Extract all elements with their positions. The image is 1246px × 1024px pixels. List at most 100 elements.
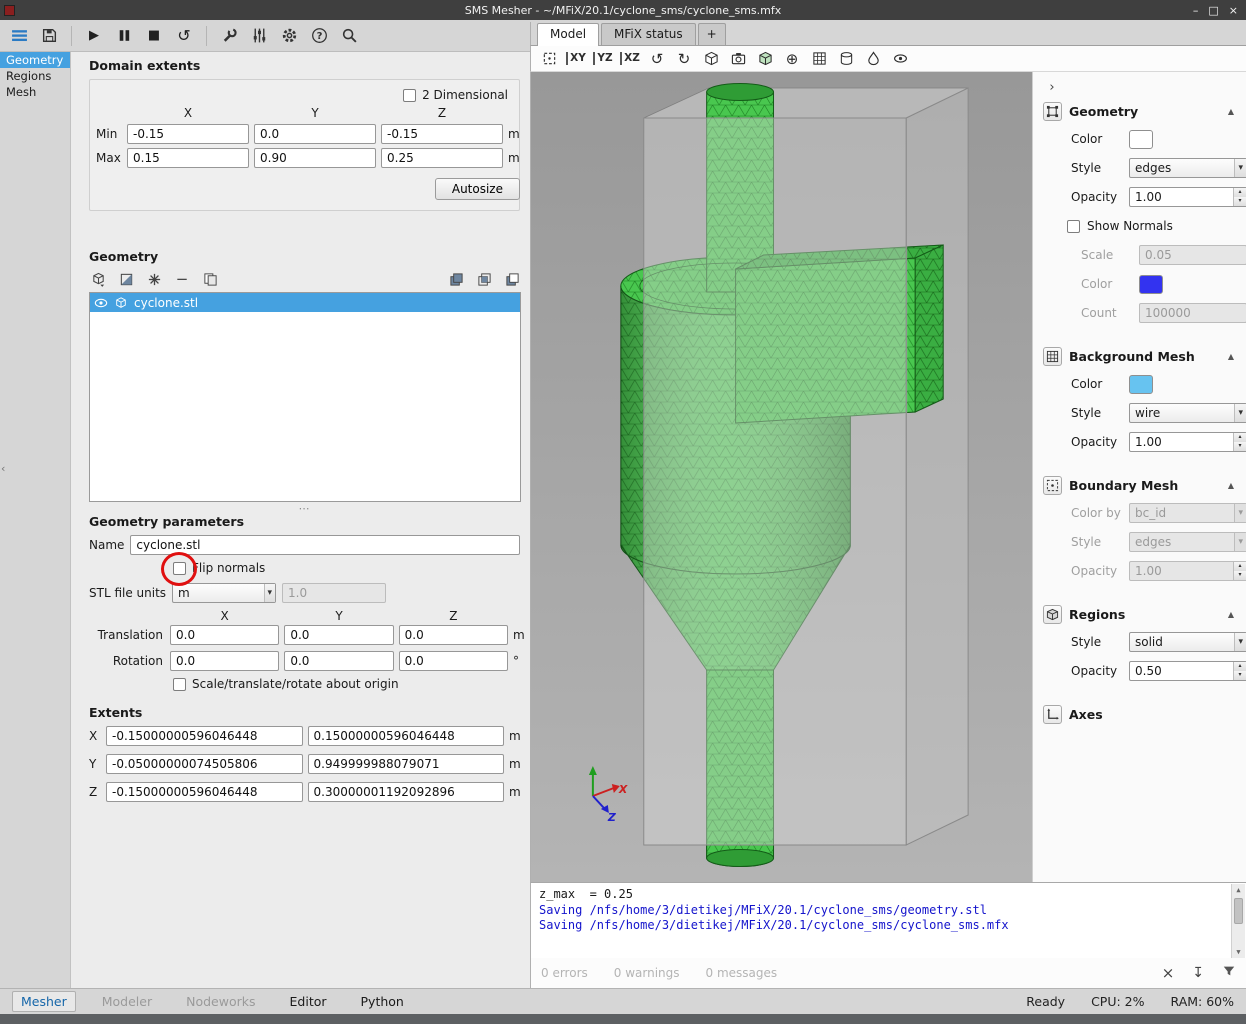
run-icon[interactable]: ▶ <box>81 24 107 48</box>
autosize-button[interactable]: Autosize <box>435 178 520 200</box>
rotate-clockwise-icon[interactable]: ↻ <box>674 49 694 69</box>
maximize-button[interactable]: □ <box>1208 4 1218 17</box>
rotate-counterclockwise-icon[interactable]: ↺ <box>647 49 667 69</box>
spin-up-icon[interactable]: ▴ <box>1234 433 1246 442</box>
toggle-boundary-mesh-icon[interactable] <box>836 49 856 69</box>
domain-xmax-input[interactable] <box>127 148 249 168</box>
domain-zmin-input[interactable] <box>381 124 503 144</box>
output-console[interactable]: z_max = 0.25 Saving /nfs/home/3/dietikej… <box>530 882 1246 958</box>
view-yz-button[interactable]: YZ <box>593 52 613 65</box>
two-dimensional-checkbox[interactable] <box>403 89 416 102</box>
toggle-geometry-icon[interactable] <box>755 49 775 69</box>
scroll-to-end-icon[interactable]: ↧ <box>1192 965 1204 981</box>
settings-gear-icon[interactable] <box>276 24 302 48</box>
extent-x-max-input[interactable] <box>308 726 505 746</box>
domain-ymin-input[interactable] <box>254 124 376 144</box>
scrollbar-thumb[interactable] <box>1234 898 1243 924</box>
panel-splitter[interactable]: ⋯ <box>89 502 521 514</box>
nav-item-mesh[interactable]: Mesh <box>0 84 70 100</box>
spin-down-icon[interactable]: ▾ <box>1234 442 1246 451</box>
domain-ymax-input[interactable] <box>254 148 376 168</box>
reset-view-icon[interactable] <box>539 49 559 69</box>
mode-mesher[interactable]: Mesher <box>12 991 76 1012</box>
difference-icon[interactable] <box>503 270 521 288</box>
about-origin-checkbox[interactable] <box>173 678 186 691</box>
copy-geometry-icon[interactable] <box>201 270 219 288</box>
flip-normals-checkbox[interactable] <box>173 562 186 575</box>
console-scrollbar[interactable]: ▲ ▼ <box>1231 884 1245 958</box>
scroll-down-icon[interactable]: ▼ <box>1232 946 1245 958</box>
collapse-caret-icon[interactable]: ▲ <box>1228 481 1238 490</box>
translation-y-input[interactable] <box>284 625 393 645</box>
extent-y-min-input[interactable] <box>106 754 303 774</box>
scroll-up-icon[interactable]: ▲ <box>1232 884 1245 896</box>
extent-x-min-input[interactable] <box>106 726 303 746</box>
search-icon[interactable] <box>336 24 362 48</box>
rotation-x-input[interactable] <box>170 651 279 671</box>
add-filter-icon[interactable] <box>117 270 135 288</box>
stop-icon[interactable]: ■ <box>141 24 167 48</box>
extent-y-max-input[interactable] <box>308 754 505 774</box>
nav-item-geometry[interactable]: Geometry <box>0 52 70 68</box>
geometry-color-swatch[interactable] <box>1129 130 1153 149</box>
tab-mfix-status[interactable]: MFiX status <box>601 23 696 45</box>
minimize-button[interactable]: – <box>1193 4 1199 17</box>
collapse-caret-icon[interactable]: ▲ <box>1228 107 1238 116</box>
view-xz-button[interactable]: XZ <box>620 52 640 65</box>
collapse-panel-button[interactable]: › <box>1043 78 1061 96</box>
close-button[interactable]: × <box>1229 4 1238 17</box>
extent-z-min-input[interactable] <box>106 782 303 802</box>
translation-z-input[interactable] <box>399 625 508 645</box>
regions-style-combo[interactable]: solid ▾ <box>1129 632 1246 652</box>
spin-up-icon[interactable]: ▴ <box>1234 662 1246 671</box>
collapse-caret-icon[interactable]: ▲ <box>1228 352 1238 361</box>
union-icon[interactable] <box>447 270 465 288</box>
normals-color-swatch[interactable] <box>1139 275 1163 294</box>
geometry-list-item[interactable]: cyclone.stl <box>90 293 520 312</box>
rotation-y-input[interactable] <box>284 651 393 671</box>
mode-modeler[interactable]: Modeler <box>94 992 160 1011</box>
geometry-name-input[interactable] <box>130 535 520 555</box>
toggle-regions-icon[interactable] <box>863 49 883 69</box>
toggle-background-mesh-icon[interactable] <box>809 49 829 69</box>
wizard-icon[interactable] <box>145 270 163 288</box>
background-mesh-style-combo[interactable]: wire ▾ <box>1129 403 1246 423</box>
mode-nodeworks[interactable]: Nodeworks <box>178 992 263 1011</box>
save-icon[interactable] <box>36 24 62 48</box>
parameters-sliders-icon[interactable] <box>246 24 272 48</box>
domain-xmin-input[interactable] <box>127 124 249 144</box>
regions-opacity-spinbox[interactable]: 0.50 ▴▾ <box>1129 661 1246 681</box>
nav-item-regions[interactable]: Regions <box>0 68 70 84</box>
background-mesh-color-swatch[interactable] <box>1129 375 1153 394</box>
mode-editor[interactable]: Editor <box>282 992 335 1011</box>
build-wrench-icon[interactable] <box>216 24 242 48</box>
3d-viewport[interactable]: X Z <box>530 72 1032 882</box>
help-icon[interactable]: ? <box>306 24 332 48</box>
geometry-style-combo[interactable]: edges ▾ <box>1129 158 1246 178</box>
toggle-axes-icon[interactable]: ⊕ <box>782 49 802 69</box>
spin-down-icon[interactable]: ▾ <box>1234 671 1246 680</box>
extent-z-max-input[interactable] <box>308 782 505 802</box>
translation-x-input[interactable] <box>170 625 279 645</box>
geometry-opacity-spinbox[interactable]: 1.00 ▴▾ <box>1129 187 1246 207</box>
stl-units-combo[interactable]: m ▾ <box>172 583 276 603</box>
clear-console-icon[interactable]: × <box>1162 964 1175 982</box>
intersect-icon[interactable] <box>475 270 493 288</box>
nav-splitter-arrow[interactable]: ‹ <box>1 462 5 475</box>
mode-python[interactable]: Python <box>353 992 412 1011</box>
tab-add[interactable]: + <box>698 23 726 45</box>
tab-model[interactable]: Model <box>537 23 599 46</box>
rotation-z-input[interactable] <box>399 651 508 671</box>
spin-down-icon[interactable]: ▾ <box>1234 197 1246 206</box>
spin-up-icon[interactable]: ▴ <box>1234 188 1246 197</box>
view-xy-button[interactable]: XY <box>566 52 586 65</box>
screenshot-camera-icon[interactable] <box>728 49 748 69</box>
remove-geometry-icon[interactable]: − <box>173 270 191 288</box>
perspective-toggle-icon[interactable] <box>701 49 721 69</box>
domain-zmax-input[interactable] <box>381 148 503 168</box>
collapse-caret-icon[interactable]: ▲ <box>1228 610 1238 619</box>
toggle-visibility-icon[interactable] <box>890 49 910 69</box>
menu-icon[interactable] <box>6 24 32 48</box>
reset-icon[interactable]: ↺ <box>171 24 197 48</box>
add-geometry-icon[interactable] <box>89 270 107 288</box>
